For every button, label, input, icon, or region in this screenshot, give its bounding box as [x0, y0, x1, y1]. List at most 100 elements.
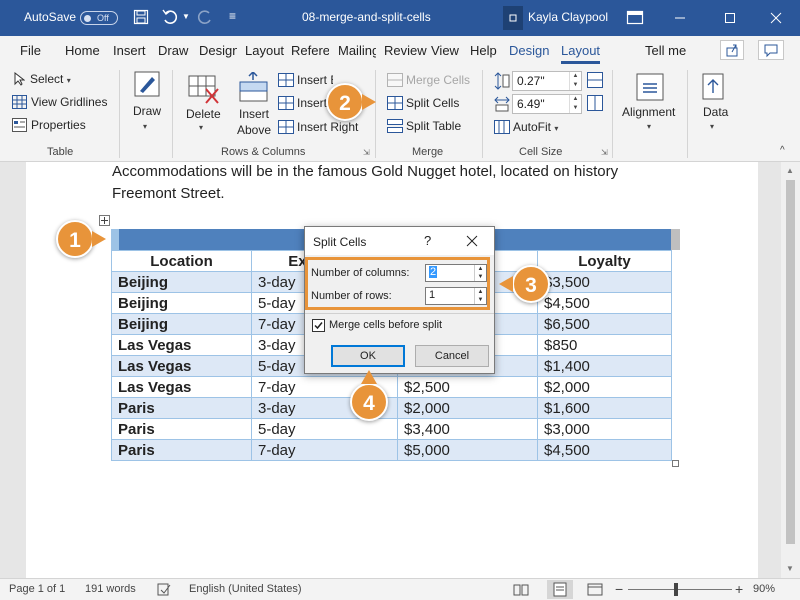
autosave-toggle[interactable]: Off [80, 11, 118, 25]
table-cell[interactable]: $850 [537, 334, 672, 356]
table-cell[interactable]: $1,400 [537, 355, 672, 377]
collapse-ribbon-icon[interactable]: ^ [780, 145, 785, 156]
table-cell[interactable]: Las Vegas [111, 355, 252, 377]
tab-insert[interactable]: Insert [113, 43, 146, 58]
insert-above-label-1[interactable]: Insert [239, 107, 269, 121]
page-count[interactable]: Page 1 of 1 [9, 583, 65, 595]
table-cell[interactable]: $4,500 [537, 292, 672, 314]
distribute-columns-icon[interactable] [587, 95, 603, 111]
comments-icon[interactable] [758, 40, 784, 60]
dialog-close-icon[interactable] [466, 235, 478, 247]
column-width-input[interactable]: 6.49" ▲ ▼ [512, 94, 582, 114]
tab-layout[interactable]: Layout [245, 43, 284, 58]
table-cell[interactable]: $6,500 [537, 313, 672, 335]
view-gridlines-button[interactable]: View Gridlines [31, 95, 107, 109]
customize-qat-icon[interactable]: ≡ [229, 9, 236, 23]
table-cell[interactable]: 5-day [251, 418, 398, 440]
minimize-button[interactable] [660, 0, 700, 36]
row-height-input[interactable]: 0.27" ▲ ▼ [512, 71, 582, 91]
header-cell[interactable]: Loyalty [537, 250, 672, 272]
table-cell[interactable]: $3,000 [537, 418, 672, 440]
draw-button[interactable]: Draw [133, 104, 161, 118]
table-resize-handle[interactable] [672, 460, 679, 467]
autofit-button[interactable]: AutoFit ▾ [513, 120, 558, 134]
zoom-out-icon[interactable]: − [615, 581, 623, 597]
save-icon[interactable] [133, 9, 149, 25]
cancel-button[interactable]: Cancel [415, 345, 489, 367]
ribbon-display-icon[interactable] [503, 6, 523, 30]
table-cell[interactable]: Las Vegas [111, 334, 252, 356]
user-name[interactable]: Kayla Claypool [528, 10, 608, 24]
tab-references[interactable]: References [291, 43, 329, 58]
table-cell[interactable]: 7-day [251, 439, 398, 461]
data-dropdown-icon[interactable]: ▾ [710, 122, 714, 131]
insert-right-button[interactable]: Insert Right [297, 120, 358, 134]
merge-checkbox-label[interactable]: Merge cells before split [329, 319, 442, 331]
delete-button[interactable]: Delete [186, 107, 221, 121]
web-layout-icon[interactable] [587, 583, 603, 596]
tab-table-layout[interactable]: Layout [561, 43, 601, 64]
table-cell[interactable]: Paris [111, 439, 252, 461]
row-height-spinner-icon[interactable]: ▲ ▼ [569, 72, 581, 90]
zoom-in-icon[interactable]: + [735, 581, 743, 597]
tab-file[interactable]: File [20, 43, 41, 58]
properties-button[interactable]: Properties [31, 118, 86, 132]
delete-dropdown-icon[interactable]: ▾ [199, 123, 203, 132]
table-cell[interactable]: $5,000 [397, 439, 538, 461]
read-mode-icon[interactable] [513, 583, 529, 596]
scrollbar-thumb[interactable] [786, 180, 795, 544]
table-cell[interactable]: Beijing [111, 313, 252, 335]
table-cell[interactable]: Beijing [111, 292, 252, 314]
word-count[interactable]: 191 words [85, 583, 136, 595]
merge-checkbox[interactable] [312, 319, 325, 332]
table-cell[interactable]: $4,500 [537, 439, 672, 461]
draw-dropdown-icon[interactable]: ▾ [143, 122, 147, 131]
cell-size-launcher-icon[interactable]: ⇲ [601, 148, 608, 157]
distribute-rows-icon[interactable] [587, 72, 603, 88]
tab-view[interactable]: View [431, 43, 459, 58]
column-width-spinner-icon[interactable]: ▲ ▼ [569, 95, 581, 113]
split-cells-button[interactable]: Split Cells [406, 96, 459, 110]
header-cell[interactable]: Location [111, 250, 252, 272]
vertical-scrollbar[interactable]: ▲ ▼ [781, 162, 800, 578]
proofing-icon[interactable] [157, 583, 171, 596]
print-layout-icon[interactable] [547, 580, 573, 599]
scroll-down-icon[interactable]: ▼ [786, 564, 794, 573]
close-button[interactable] [756, 0, 796, 36]
tell-me-box[interactable]: Tell me [645, 43, 686, 58]
split-table-button[interactable]: Split Table [406, 119, 461, 133]
select-button[interactable]: Select ▾ [30, 72, 71, 86]
table-move-handle-icon[interactable] [99, 215, 110, 226]
tab-help[interactable]: Help [470, 43, 497, 58]
rows-columns-launcher-icon[interactable]: ⇲ [363, 148, 370, 157]
tab-review[interactable]: Review [384, 43, 427, 58]
table-cell[interactable]: $2,500 [397, 376, 538, 398]
data-button[interactable]: Data [703, 105, 728, 119]
dialog-help-button[interactable]: ? [424, 233, 431, 248]
alignment-button[interactable]: Alignment [622, 105, 675, 119]
alignment-dropdown-icon[interactable]: ▾ [647, 122, 651, 131]
table-cell[interactable]: $3,500 [537, 271, 672, 293]
undo-icon[interactable] [161, 8, 179, 26]
language-indicator[interactable]: English (United States) [189, 583, 302, 595]
zoom-level[interactable]: 90% [753, 583, 775, 595]
tab-draw[interactable]: Draw [158, 43, 188, 58]
insert-above-label-2[interactable]: Above [237, 123, 271, 137]
table-cell[interactable]: Beijing [111, 271, 252, 293]
account-icon[interactable] [626, 9, 644, 27]
share-icon[interactable] [720, 40, 744, 60]
table-cell[interactable]: $1,600 [537, 397, 672, 419]
scroll-up-icon[interactable]: ▲ [786, 166, 794, 175]
table-cell[interactable]: $3,400 [397, 418, 538, 440]
tab-design[interactable]: Design [199, 43, 237, 58]
tab-home[interactable]: Home [65, 43, 100, 58]
ok-button[interactable]: OK [331, 345, 405, 367]
table-cell[interactable]: Paris [111, 397, 252, 419]
table-cell[interactable]: Paris [111, 418, 252, 440]
zoom-slider-thumb[interactable] [674, 583, 678, 596]
table-cell[interactable]: $2,000 [397, 397, 538, 419]
tab-mailings[interactable]: Mailings [338, 43, 376, 58]
undo-dropdown-icon[interactable]: ▼ [182, 12, 190, 21]
tab-table-design[interactable]: Design [509, 43, 549, 58]
zoom-slider-track[interactable] [628, 589, 732, 590]
